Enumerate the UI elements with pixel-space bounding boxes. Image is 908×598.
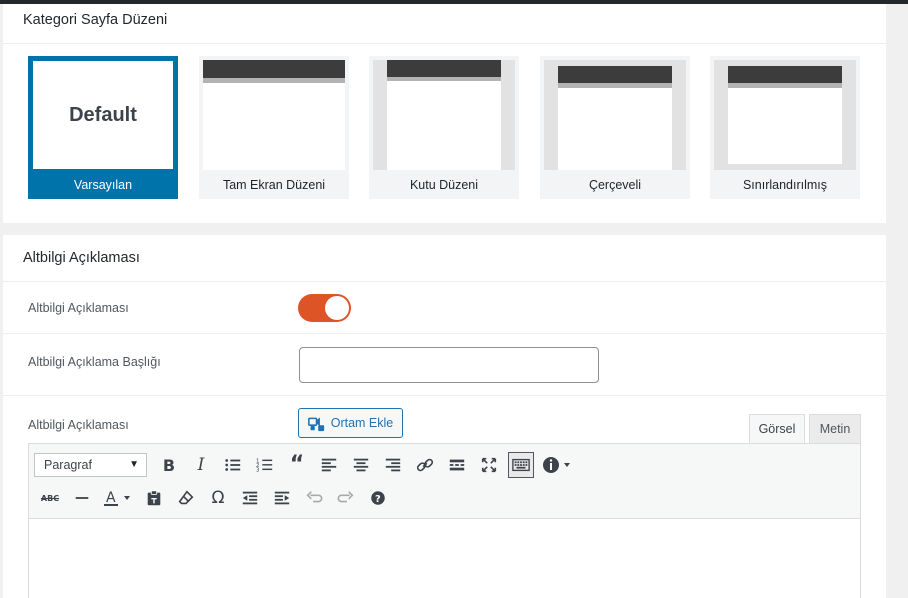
page-gutter bbox=[887, 4, 908, 598]
toolbar-row-1: Paragraf ▼ B I 123 “ bbox=[34, 450, 577, 480]
fullscreen-preview bbox=[203, 60, 345, 170]
add-media-icon bbox=[307, 417, 324, 431]
horizontal-line-icon[interactable] bbox=[69, 485, 95, 511]
chevron-down-icon: ▼ bbox=[129, 459, 139, 470]
footer-heading-input[interactable] bbox=[299, 347, 599, 383]
field-label: Altbilgi Açıklama Başlığı bbox=[28, 355, 161, 369]
format-select-value: Paragraf bbox=[44, 458, 92, 472]
bullet-list-icon[interactable] bbox=[220, 452, 246, 478]
italic-icon[interactable]: I bbox=[188, 452, 214, 478]
footer-description-panel: Altbilgi Açıklaması Altbilgi Açıklaması … bbox=[3, 235, 886, 598]
numbered-list-icon[interactable]: 123 bbox=[252, 452, 278, 478]
svg-text:3: 3 bbox=[256, 467, 259, 473]
bold-icon[interactable]: B bbox=[156, 452, 182, 478]
help-icon[interactable]: ? bbox=[365, 485, 391, 511]
editor-content-area[interactable] bbox=[29, 520, 860, 598]
boxed-preview bbox=[373, 60, 515, 170]
indent-icon[interactable] bbox=[269, 485, 295, 511]
category-layout-panel: Kategori Sayfa Düzeni Default Varsayılan… bbox=[3, 4, 886, 223]
blockquote-icon[interactable]: “ bbox=[284, 452, 310, 478]
text-color-icon[interactable]: A bbox=[101, 485, 135, 511]
align-right-icon[interactable] bbox=[380, 452, 406, 478]
layout-option-limited[interactable]: Sınırlandırılmış bbox=[710, 56, 860, 199]
layout-option-default[interactable]: Default Varsayılan bbox=[28, 56, 178, 199]
format-select[interactable]: Paragraf ▼ bbox=[34, 453, 147, 477]
default-preview: Default bbox=[31, 59, 175, 171]
layout-option-boxed[interactable]: Kutu Düzeni bbox=[369, 56, 519, 199]
align-center-icon[interactable] bbox=[348, 452, 374, 478]
fullscreen-icon[interactable] bbox=[476, 452, 502, 478]
toolbar-row-2: ABC A Ω ? bbox=[34, 483, 394, 513]
strikethrough-icon[interactable]: ABC bbox=[37, 485, 63, 511]
layout-option-label: Varsayılan bbox=[73, 178, 133, 192]
toggle-knob bbox=[325, 296, 349, 320]
add-media-button[interactable]: Ortam Ekle bbox=[298, 408, 403, 438]
footer-toggle-row: Altbilgi Açıklaması bbox=[3, 282, 886, 334]
framed-preview bbox=[544, 60, 686, 170]
footer-editor-row: Altbilgi Açıklaması Ortam Ekle Görsel Me… bbox=[3, 396, 886, 598]
layout-option-label: Tam Ekran Düzeni bbox=[222, 178, 326, 192]
svg-text:?: ? bbox=[375, 494, 381, 505]
undo-icon[interactable] bbox=[301, 485, 327, 511]
add-media-label: Ortam Ekle bbox=[330, 416, 394, 430]
layout-option-label: Çerçeveli bbox=[588, 178, 642, 192]
editor-toolbar: Paragraf ▼ B I 123 “ ABC A Ω ? bbox=[29, 444, 860, 519]
footer-description-toggle[interactable] bbox=[298, 294, 351, 322]
read-more-icon[interactable] bbox=[444, 452, 470, 478]
layout-option-framed[interactable]: Çerçeveli bbox=[540, 56, 690, 199]
paste-text-icon[interactable] bbox=[141, 485, 167, 511]
layout-option-label: Kutu Düzeni bbox=[409, 178, 479, 192]
layout-option-fullscreen[interactable]: Tam Ekran Düzeni bbox=[199, 56, 349, 199]
field-label: Altbilgi Açıklaması bbox=[28, 418, 129, 432]
toolbar-toggle-icon[interactable] bbox=[508, 452, 534, 478]
tab-visual[interactable]: Görsel bbox=[749, 414, 805, 445]
panel-title: Kategori Sayfa Düzeni bbox=[3, 4, 886, 44]
redo-icon[interactable] bbox=[333, 485, 359, 511]
special-char-icon[interactable]: Ω bbox=[205, 485, 231, 511]
outdent-icon[interactable] bbox=[237, 485, 263, 511]
svg-text:A: A bbox=[106, 490, 116, 506]
layout-option-label: Sınırlandırılmış bbox=[742, 178, 828, 192]
info-icon[interactable] bbox=[540, 452, 574, 478]
align-left-icon[interactable] bbox=[316, 452, 342, 478]
footer-heading-row: Altbilgi Açıklama Başlığı bbox=[3, 334, 886, 396]
limited-preview bbox=[714, 60, 856, 170]
link-icon[interactable] bbox=[412, 452, 438, 478]
field-label: Altbilgi Açıklaması bbox=[28, 301, 129, 315]
rich-text-editor: Paragraf ▼ B I 123 “ ABC A Ω ? bbox=[28, 443, 861, 598]
panel-title: Altbilgi Açıklaması bbox=[3, 235, 886, 282]
tab-text[interactable]: Metin bbox=[809, 414, 861, 444]
clear-formatting-icon[interactable] bbox=[173, 485, 199, 511]
